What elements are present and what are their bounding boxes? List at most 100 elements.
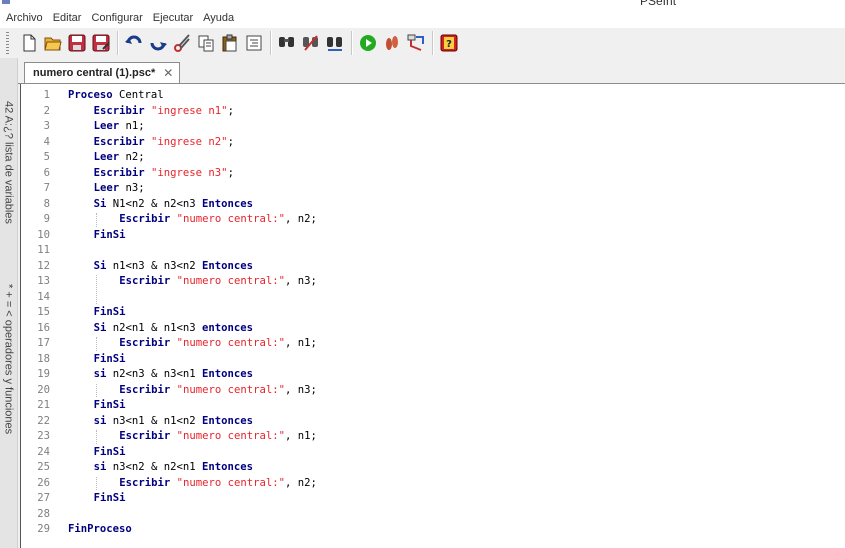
- keyword-token: si: [93, 368, 107, 380]
- code-line[interactable]: 25 si n3<n2 & n2<n1 Entonces: [21, 460, 845, 476]
- copy-icon[interactable]: [197, 34, 216, 53]
- code-line[interactable]: 3 Leer n1;: [21, 119, 845, 135]
- code-token: , n3;: [285, 275, 317, 287]
- code-line[interactable]: 4 Escribir "ingrese n2";: [21, 135, 845, 151]
- code-line[interactable]: 12 Si n1<n3 & n3<n2 Entonces: [21, 259, 845, 275]
- code-text: Si n1<n3 & n3<n2 Entonces: [94, 259, 253, 275]
- variables-list-tab[interactable]: 42 A:¿? lista de variables: [0, 62, 17, 262]
- code-text: Escribir "ingrese n3";: [94, 166, 234, 182]
- keyword-token: FinProceso: [68, 523, 132, 535]
- keyword-token: Escribir: [93, 104, 145, 117]
- code-line[interactable]: 7 Leer n3;: [21, 181, 845, 197]
- toolbar-grip[interactable]: [6, 32, 9, 54]
- menu-configurar[interactable]: Configurar: [86, 8, 147, 28]
- code-line[interactable]: 15 FinSi: [21, 305, 845, 321]
- menu-ayuda[interactable]: Ayuda: [198, 8, 239, 28]
- replace-all-icon[interactable]: [326, 34, 345, 53]
- save-icon[interactable]: [68, 34, 87, 53]
- line-number: 6: [43, 166, 50, 179]
- code-line[interactable]: 27 FinSi: [21, 491, 845, 507]
- code-line[interactable]: 13 Escribir "numero central:", n3;: [21, 274, 845, 290]
- save-as-icon[interactable]: [92, 34, 111, 53]
- svg-text:?: ?: [446, 39, 452, 50]
- indent-icon[interactable]: [245, 34, 264, 53]
- code-line[interactable]: 21 FinSi: [21, 398, 845, 414]
- keyword-token: Entonces: [202, 368, 254, 380]
- open-folder-icon[interactable]: [44, 34, 63, 53]
- code-line[interactable]: 6 Escribir "ingrese n3";: [21, 166, 845, 182]
- code-text: Si N1<n2 & n2<n3 Entonces: [94, 197, 253, 213]
- menu-bar: Archivo Editar Configurar Ejecutar Ayuda: [0, 8, 845, 28]
- string-token: "numero central:": [176, 213, 286, 225]
- indent-guide: [95, 337, 97, 351]
- code-line[interactable]: 5 Leer n2;: [21, 150, 845, 166]
- code-line[interactable]: 8 Si N1<n2 & n2<n3 Entonces: [21, 197, 845, 213]
- code-line[interactable]: 22 si n3<n1 & n1<n2 Entonces: [21, 414, 845, 430]
- keyword-token: Entonces: [202, 197, 254, 210]
- keyword-token: Proceso: [68, 89, 113, 101]
- string-token: "ingrese n3": [151, 166, 228, 179]
- paste-icon[interactable]: [221, 34, 240, 53]
- line-number: 17: [37, 337, 50, 349]
- keyword-token: Entonces: [202, 461, 254, 473]
- code-line[interactable]: 1 Proceso Central: [21, 88, 845, 104]
- code-line[interactable]: 10 FinSi: [21, 228, 845, 244]
- close-icon[interactable]: ✕: [163, 66, 173, 80]
- menu-ejecutar[interactable]: Ejecutar: [148, 8, 198, 28]
- keyword-token: Escribir: [119, 476, 171, 489]
- file-tab[interactable]: numero central (1).psc* ✕: [24, 62, 181, 83]
- cut-icon[interactable]: [173, 34, 192, 53]
- operators-functions-tab[interactable]: * + = < operadores y funciones: [0, 274, 17, 444]
- code-line[interactable]: 23 Escribir "numero central:", n1;: [21, 429, 845, 445]
- code-line[interactable]: 28: [21, 507, 845, 523]
- menu-archivo[interactable]: Archivo: [0, 8, 48, 28]
- code-line[interactable]: 29 FinProceso: [21, 522, 845, 538]
- window-title: PSeInt: [640, 0, 677, 8]
- indent-guide: [95, 275, 97, 304]
- code-text: Escribir "numero central:", n1;: [119, 336, 317, 352]
- code-token: n1;: [119, 120, 145, 132]
- keyword-token: Leer: [93, 120, 120, 132]
- keyword-token: Leer: [93, 151, 120, 163]
- code-line[interactable]: 17 Escribir "numero central:", n1;: [21, 336, 845, 352]
- code-line[interactable]: 19 si n2<n3 & n3<n1 Entonces: [21, 367, 845, 383]
- run-icon[interactable]: [359, 34, 378, 53]
- code-token: Central: [112, 89, 164, 101]
- code-line[interactable]: 9 Escribir "numero central:", n2;: [21, 212, 845, 228]
- keyword-token: Entonces: [202, 414, 254, 427]
- code-line[interactable]: 20 Escribir "numero central:", n3;: [21, 383, 845, 399]
- keyword-token: si: [93, 414, 107, 427]
- code-editor[interactable]: 1 Proceso Central 2 Escribir "ingrese n1"; 3…: [20, 84, 845, 548]
- code-line[interactable]: 2 Escribir "ingrese n1";: [21, 104, 845, 120]
- keyword-token: si: [93, 461, 107, 473]
- keyword-token: Escribir: [119, 275, 171, 287]
- string-token: "numero central:": [176, 476, 286, 489]
- step-icon[interactable]: [383, 34, 402, 53]
- code-line[interactable]: 16 Si n2<n1 & n1<n3 entonces: [21, 321, 845, 337]
- string-token: "numero central:": [176, 383, 286, 396]
- undo-icon[interactable]: [125, 34, 144, 53]
- code-line[interactable]: 18 FinSi: [21, 352, 845, 368]
- code-line[interactable]: 24 FinSi: [21, 445, 845, 461]
- menu-editar[interactable]: Editar: [48, 8, 87, 28]
- line-number: 18: [37, 352, 50, 365]
- code-token: n2;: [119, 151, 145, 163]
- line-number: 28: [37, 507, 50, 520]
- code-line[interactable]: 14: [21, 290, 845, 306]
- line-number: 25: [37, 461, 50, 473]
- redo-icon[interactable]: [149, 34, 168, 53]
- keyword-token: Escribir: [119, 383, 171, 396]
- new-file-icon[interactable]: [20, 34, 39, 53]
- variables-list-label: 42 A:¿? lista de variables: [2, 100, 15, 224]
- code-line[interactable]: 11: [21, 243, 845, 259]
- string-token: "ingrese n1": [151, 104, 228, 117]
- code-line[interactable]: 26 Escribir "numero central:", n2;: [21, 476, 845, 492]
- flowchart-icon[interactable]: [407, 34, 426, 53]
- line-number: 13: [37, 275, 50, 287]
- line-number: 15: [37, 306, 50, 318]
- editor-tab-strip: numero central (1).psc* ✕: [18, 58, 845, 84]
- code-token: ;: [227, 104, 234, 117]
- replace-icon[interactable]: [302, 34, 321, 53]
- search-icon[interactable]: [278, 34, 297, 53]
- help-icon[interactable]: ?: [440, 34, 459, 53]
